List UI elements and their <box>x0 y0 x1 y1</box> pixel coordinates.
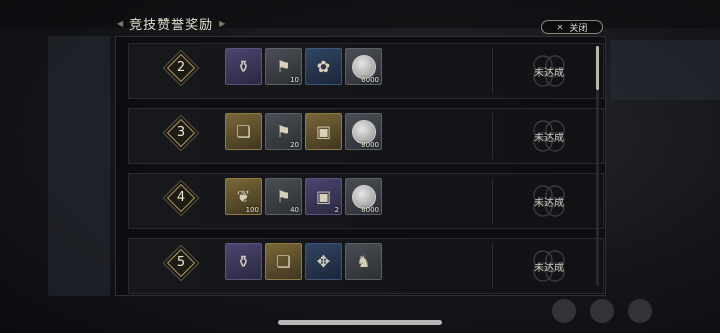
flag-icon: ⚑ <box>276 56 291 76</box>
status-area: 未达成 <box>509 50 589 92</box>
reward-item[interactable]: ⚑ 10 <box>265 48 302 85</box>
rank-badge: 5 <box>162 244 200 282</box>
status-label: 未达成 <box>534 68 564 79</box>
dialog-title: 竞技赞誉奖励 <box>129 18 214 33</box>
figure-icon: ♞ <box>356 251 371 271</box>
lantern-icon: ⚱ <box>236 56 251 76</box>
background-top-bar <box>0 0 720 28</box>
item-quantity: 100 <box>245 206 259 214</box>
flag-icon: ⚑ <box>276 121 291 141</box>
chest-icon: ▣ <box>315 121 332 141</box>
reward-item[interactable]: ♞ <box>345 243 382 280</box>
reward-row: 3 ❏ ⚑ 20 ▣ 8000 未达成 <box>128 108 604 164</box>
arrow-right-icon: ▶ <box>219 19 226 28</box>
dialog-header: ◀ 竞技赞誉奖励 ▶ <box>117 14 225 33</box>
status-area: 未达成 <box>509 115 589 157</box>
reward-item[interactable]: 8000 <box>345 113 382 150</box>
reward-item[interactable]: ⚑ 40 <box>265 178 302 215</box>
chest-icon: ▣ <box>315 186 332 206</box>
rank-number: 4 <box>176 190 186 205</box>
status-label: 未达成 <box>534 133 564 144</box>
scrollbar[interactable] <box>596 46 599 286</box>
rank-number: 2 <box>176 60 186 75</box>
reward-item[interactable]: ❏ <box>225 113 262 150</box>
close-icon: ✕ <box>556 22 564 32</box>
close-button-label: 关闭 <box>569 23 588 34</box>
rank-number: 5 <box>176 255 186 270</box>
reward-items: ❏ ⚑ 20 ▣ 8000 <box>225 113 382 150</box>
reward-item[interactable]: ✿ <box>305 48 342 85</box>
row-divider <box>492 178 493 224</box>
reward-item[interactable]: ▣ <box>305 113 342 150</box>
item-quantity: 40 <box>290 206 299 214</box>
reward-item[interactable]: ⚑ 20 <box>265 113 302 150</box>
reward-row: 4 ❦ 100 ⚑ 40 ▣ 2 8000 未达成 <box>128 173 604 229</box>
item-quantity: 8000 <box>361 141 379 149</box>
flag-icon: ⚑ <box>276 186 291 206</box>
feather-icon: ❦ <box>236 186 251 206</box>
status-area: 未达成 <box>509 245 589 287</box>
rank-badge: 4 <box>162 179 200 217</box>
background-right-panel <box>610 40 720 100</box>
rank-badge: 2 <box>162 49 200 87</box>
book-icon: ❏ <box>236 121 251 141</box>
flowers-icon: ✿ <box>316 56 331 76</box>
reward-item[interactable]: 6000 <box>345 48 382 85</box>
background-left-panel <box>48 36 110 296</box>
reward-item[interactable]: ❏ <box>265 243 302 280</box>
item-quantity: 10 <box>290 76 299 84</box>
reward-item[interactable]: ❦ 100 <box>225 178 262 215</box>
status-area: 未达成 <box>509 180 589 222</box>
scrollbar-thumb[interactable] <box>596 46 599 90</box>
reward-list-panel[interactable]: 2 ⚱ ⚑ 10 ✿ 6000 未达成 3 ❏ ⚑ 20 ▣ 8000 未达成 4 ❦ 100 ⚑ 40 ▣ 2 8000… <box>115 36 606 296</box>
reward-items: ❦ 100 ⚑ 40 ▣ 2 8000 <box>225 178 382 215</box>
item-quantity: 6000 <box>361 76 379 84</box>
lantern-icon: ⚱ <box>236 251 251 271</box>
background-button-icon <box>590 299 614 323</box>
reward-item[interactable]: 8000 <box>345 178 382 215</box>
item-quantity: 2 <box>334 206 339 214</box>
reward-items: ⚱ ⚑ 10 ✿ 6000 <box>225 48 382 85</box>
arrow-left-icon: ◀ <box>117 19 124 28</box>
silver-coin-icon <box>351 119 376 144</box>
row-divider <box>492 113 493 159</box>
reward-row: 5 ⚱ ❏ ✥ ♞ 未达成 <box>128 238 604 294</box>
row-divider <box>492 243 493 289</box>
silver-coin-icon <box>351 184 376 209</box>
rank-badge: 3 <box>162 114 200 152</box>
ornament-icon: ✥ <box>316 251 331 271</box>
reward-items: ⚱ ❏ ✥ ♞ <box>225 243 382 280</box>
reward-item[interactable]: ▣ 2 <box>305 178 342 215</box>
row-divider <box>492 48 493 94</box>
item-quantity: 8000 <box>361 206 379 214</box>
status-label: 未达成 <box>534 198 564 209</box>
home-indicator <box>278 320 442 325</box>
status-label: 未达成 <box>534 263 564 274</box>
reward-item[interactable]: ⚱ <box>225 48 262 85</box>
background-button-icon <box>628 299 652 323</box>
book-icon: ❏ <box>276 251 291 271</box>
rank-number: 3 <box>176 125 186 140</box>
reward-item[interactable]: ⚱ <box>225 243 262 280</box>
reward-item[interactable]: ✥ <box>305 243 342 280</box>
close-button[interactable]: ✕ 关闭 <box>541 20 603 34</box>
background-button-icon <box>552 299 576 323</box>
silver-coin-icon <box>351 54 376 79</box>
reward-row: 2 ⚱ ⚑ 10 ✿ 6000 未达成 <box>128 43 604 99</box>
item-quantity: 20 <box>290 141 299 149</box>
